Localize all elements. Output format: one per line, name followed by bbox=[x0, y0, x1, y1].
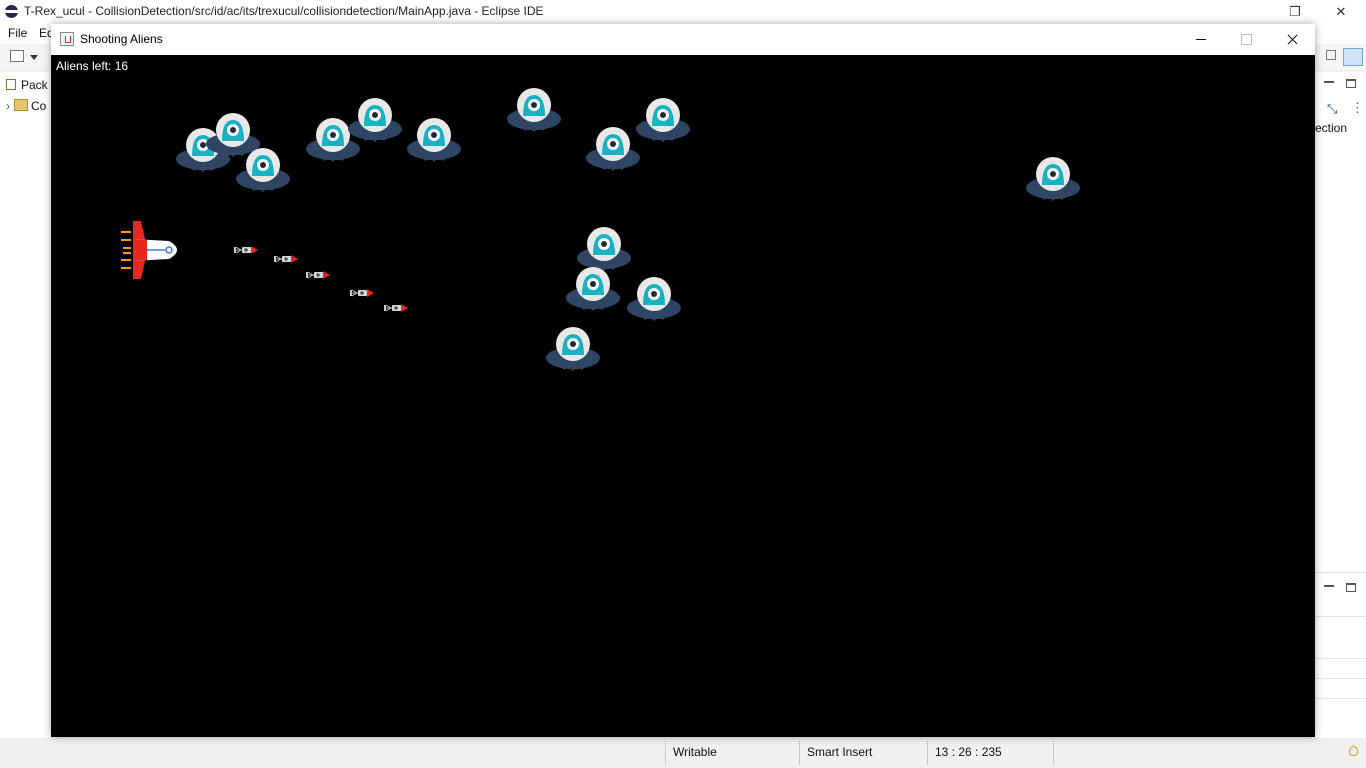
divider bbox=[1315, 678, 1366, 679]
outline-item-label: ection bbox=[1315, 121, 1348, 135]
package-explorer-label: Pack bbox=[21, 78, 48, 92]
new-icon[interactable] bbox=[10, 50, 24, 62]
maximize-bottom-panel-icon[interactable] bbox=[1346, 583, 1356, 592]
status-cursor-position: 13 : 26 : 235 bbox=[935, 745, 1002, 759]
alien-ufo bbox=[566, 265, 620, 315]
alien-ufo bbox=[1026, 155, 1080, 205]
menu-file[interactable]: File bbox=[8, 26, 27, 40]
game-window-title-bar[interactable]: Shooting Aliens bbox=[51, 24, 1315, 55]
alien-ufo bbox=[586, 125, 640, 175]
view-menu-icon[interactable]: ⋮ bbox=[1351, 101, 1364, 115]
close-button[interactable] bbox=[1269, 24, 1315, 55]
status-insert-mode: Smart Insert bbox=[807, 745, 873, 759]
alien-ufo bbox=[348, 96, 402, 146]
missile bbox=[306, 270, 330, 280]
tip-lightbulb-icon[interactable] bbox=[1349, 746, 1358, 756]
collapse-all-icon[interactable]: ⤡ bbox=[1327, 102, 1341, 116]
panel-divider bbox=[1315, 572, 1366, 573]
divider bbox=[1315, 698, 1366, 699]
project-folder-icon bbox=[14, 99, 28, 111]
game-window: Shooting Aliens Aliens left: 16 bbox=[51, 24, 1315, 737]
alien-ufo bbox=[636, 96, 690, 146]
project-tree-item[interactable]: › Co bbox=[6, 99, 46, 113]
maximize-panel-icon[interactable] bbox=[1346, 79, 1356, 88]
status-bar: Writable Smart Insert 13 : 26 : 235 bbox=[0, 738, 1366, 768]
package-explorer-tab[interactable]: Pack bbox=[6, 78, 48, 92]
outline-panel: ⤡ ⋮ ection bbox=[1315, 72, 1366, 738]
game-window-title: Shooting Aliens bbox=[80, 32, 163, 46]
expand-chevron-icon: › bbox=[6, 99, 10, 113]
package-explorer-icon bbox=[6, 79, 16, 90]
perspective-icon[interactable] bbox=[1326, 50, 1336, 60]
alien-ufo bbox=[546, 325, 600, 375]
missile bbox=[234, 245, 258, 255]
eclipse-restore-icon[interactable]: ❐ bbox=[1280, 2, 1310, 22]
aliens-left-counter: Aliens left: 16 bbox=[56, 59, 129, 73]
minimize-button[interactable] bbox=[1178, 24, 1224, 55]
dropdown-arrow-icon[interactable] bbox=[30, 55, 38, 60]
minimize-panel-icon[interactable] bbox=[1324, 77, 1334, 86]
divider bbox=[1315, 616, 1366, 617]
status-separator bbox=[927, 741, 928, 765]
status-separator bbox=[799, 741, 800, 765]
maximize-button[interactable] bbox=[1223, 24, 1269, 55]
eclipse-logo-icon bbox=[5, 5, 18, 18]
status-writable: Writable bbox=[673, 745, 717, 759]
alien-ufo bbox=[407, 116, 461, 166]
minimize-bottom-panel-icon[interactable] bbox=[1324, 581, 1334, 590]
eclipse-close-icon[interactable]: ✕ bbox=[1326, 2, 1356, 22]
java-cup-icon bbox=[60, 32, 74, 46]
player-spaceship bbox=[121, 221, 177, 279]
status-separator bbox=[665, 741, 666, 765]
game-canvas[interactable]: Aliens left: 16 bbox=[51, 55, 1315, 737]
alien-ufo bbox=[507, 86, 561, 136]
missile bbox=[384, 303, 408, 313]
alien-ufo bbox=[236, 146, 290, 196]
java-perspective-icon[interactable] bbox=[1343, 48, 1363, 66]
missile bbox=[350, 288, 374, 298]
project-label: Co bbox=[31, 99, 47, 113]
eclipse-window-title: T-Rex_ucul - CollisionDetection/src/id/a… bbox=[24, 4, 544, 18]
alien-ufo bbox=[627, 275, 681, 325]
eclipse-title-bar: T-Rex_ucul - CollisionDetection/src/id/a… bbox=[0, 0, 1366, 24]
missile bbox=[274, 254, 298, 264]
divider bbox=[1315, 658, 1366, 659]
status-separator bbox=[1053, 741, 1054, 765]
package-explorer-panel: Pack › Co bbox=[0, 72, 53, 738]
